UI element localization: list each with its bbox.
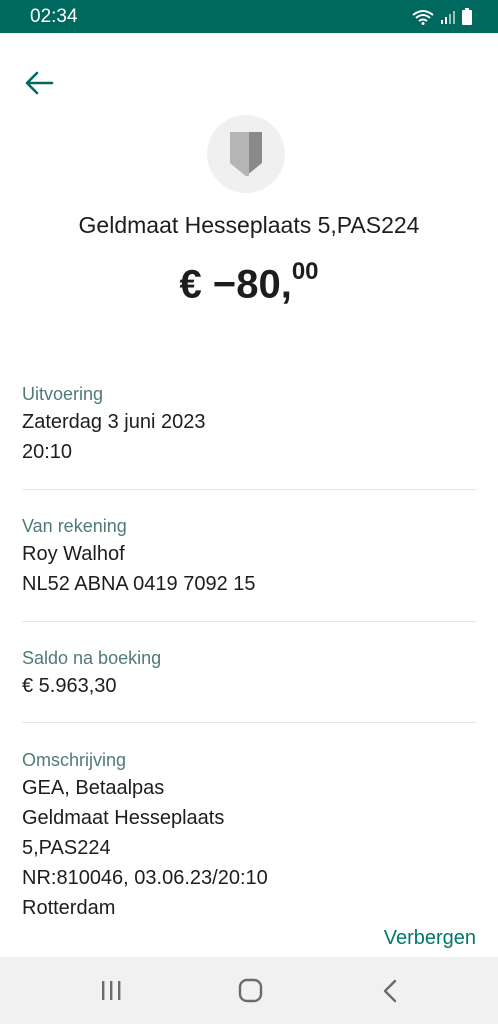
divider — [22, 489, 476, 490]
chevron-left-icon — [370, 979, 410, 1011]
description-line: Geldmaat Hesseplaats — [22, 807, 225, 829]
back-button[interactable] — [22, 66, 56, 100]
nav-back-button[interactable] — [370, 975, 410, 1007]
battery-icon — [462, 8, 472, 30]
description-label: Omschrijving — [22, 750, 127, 770]
wifi-icon — [412, 9, 434, 30]
description-line: GEA, Betaalpas — [22, 777, 165, 799]
recents-icon — [91, 981, 131, 1011]
merchant-logo — [207, 115, 285, 193]
signal-icon — [440, 9, 456, 30]
account-holder: Roy Walhof — [22, 543, 125, 565]
description-line: Rotterdam — [22, 897, 116, 919]
execution-time: 20:10 — [22, 441, 73, 463]
balance-section: Saldo na boeking € 5.963,30 — [22, 645, 476, 701]
balance-label: Saldo na boeking — [22, 648, 162, 668]
navigation-bar — [0, 957, 498, 1024]
recents-button[interactable] — [91, 975, 131, 1007]
hide-button[interactable]: Verbergen — [384, 927, 476, 950]
status-time: 02:34 — [30, 6, 78, 27]
status-bar: 02:34 — [0, 0, 498, 33]
account-iban: NL52 ABNA 0419 7092 15 — [22, 573, 256, 595]
status-icons — [412, 8, 472, 30]
amount-main: € −80, — [179, 262, 292, 307]
execution-date: Zaterdag 3 juni 2023 — [22, 411, 206, 433]
description-line: 5,PAS224 — [22, 837, 111, 859]
amount-cents: 00 — [291, 258, 319, 285]
description-line: NR:810046, 03.06.23/20:10 — [22, 867, 268, 889]
execution-label: Uitvoering — [22, 384, 104, 404]
home-icon — [230, 978, 270, 1011]
divider — [22, 621, 476, 622]
arrow-left-icon — [22, 71, 56, 104]
merchant-name: Geldmaat Hesseplaats 5,PAS224 — [78, 212, 420, 238]
transaction-amount: € −80,00 — [0, 258, 498, 307]
home-button[interactable] — [230, 975, 270, 1007]
execution-section: Uitvoering Zaterdag 3 juni 2023 20:10 — [22, 381, 476, 467]
from-account-section: Van rekening Roy Walhof NL52 ABNA 0419 7… — [22, 513, 476, 599]
from-account-label: Van rekening — [22, 516, 127, 536]
description-section: Omschrijving GEA, Betaalpas Geldmaat Hes… — [22, 747, 476, 923]
balance-value: € 5.963,30 — [22, 675, 117, 697]
divider — [22, 722, 476, 723]
